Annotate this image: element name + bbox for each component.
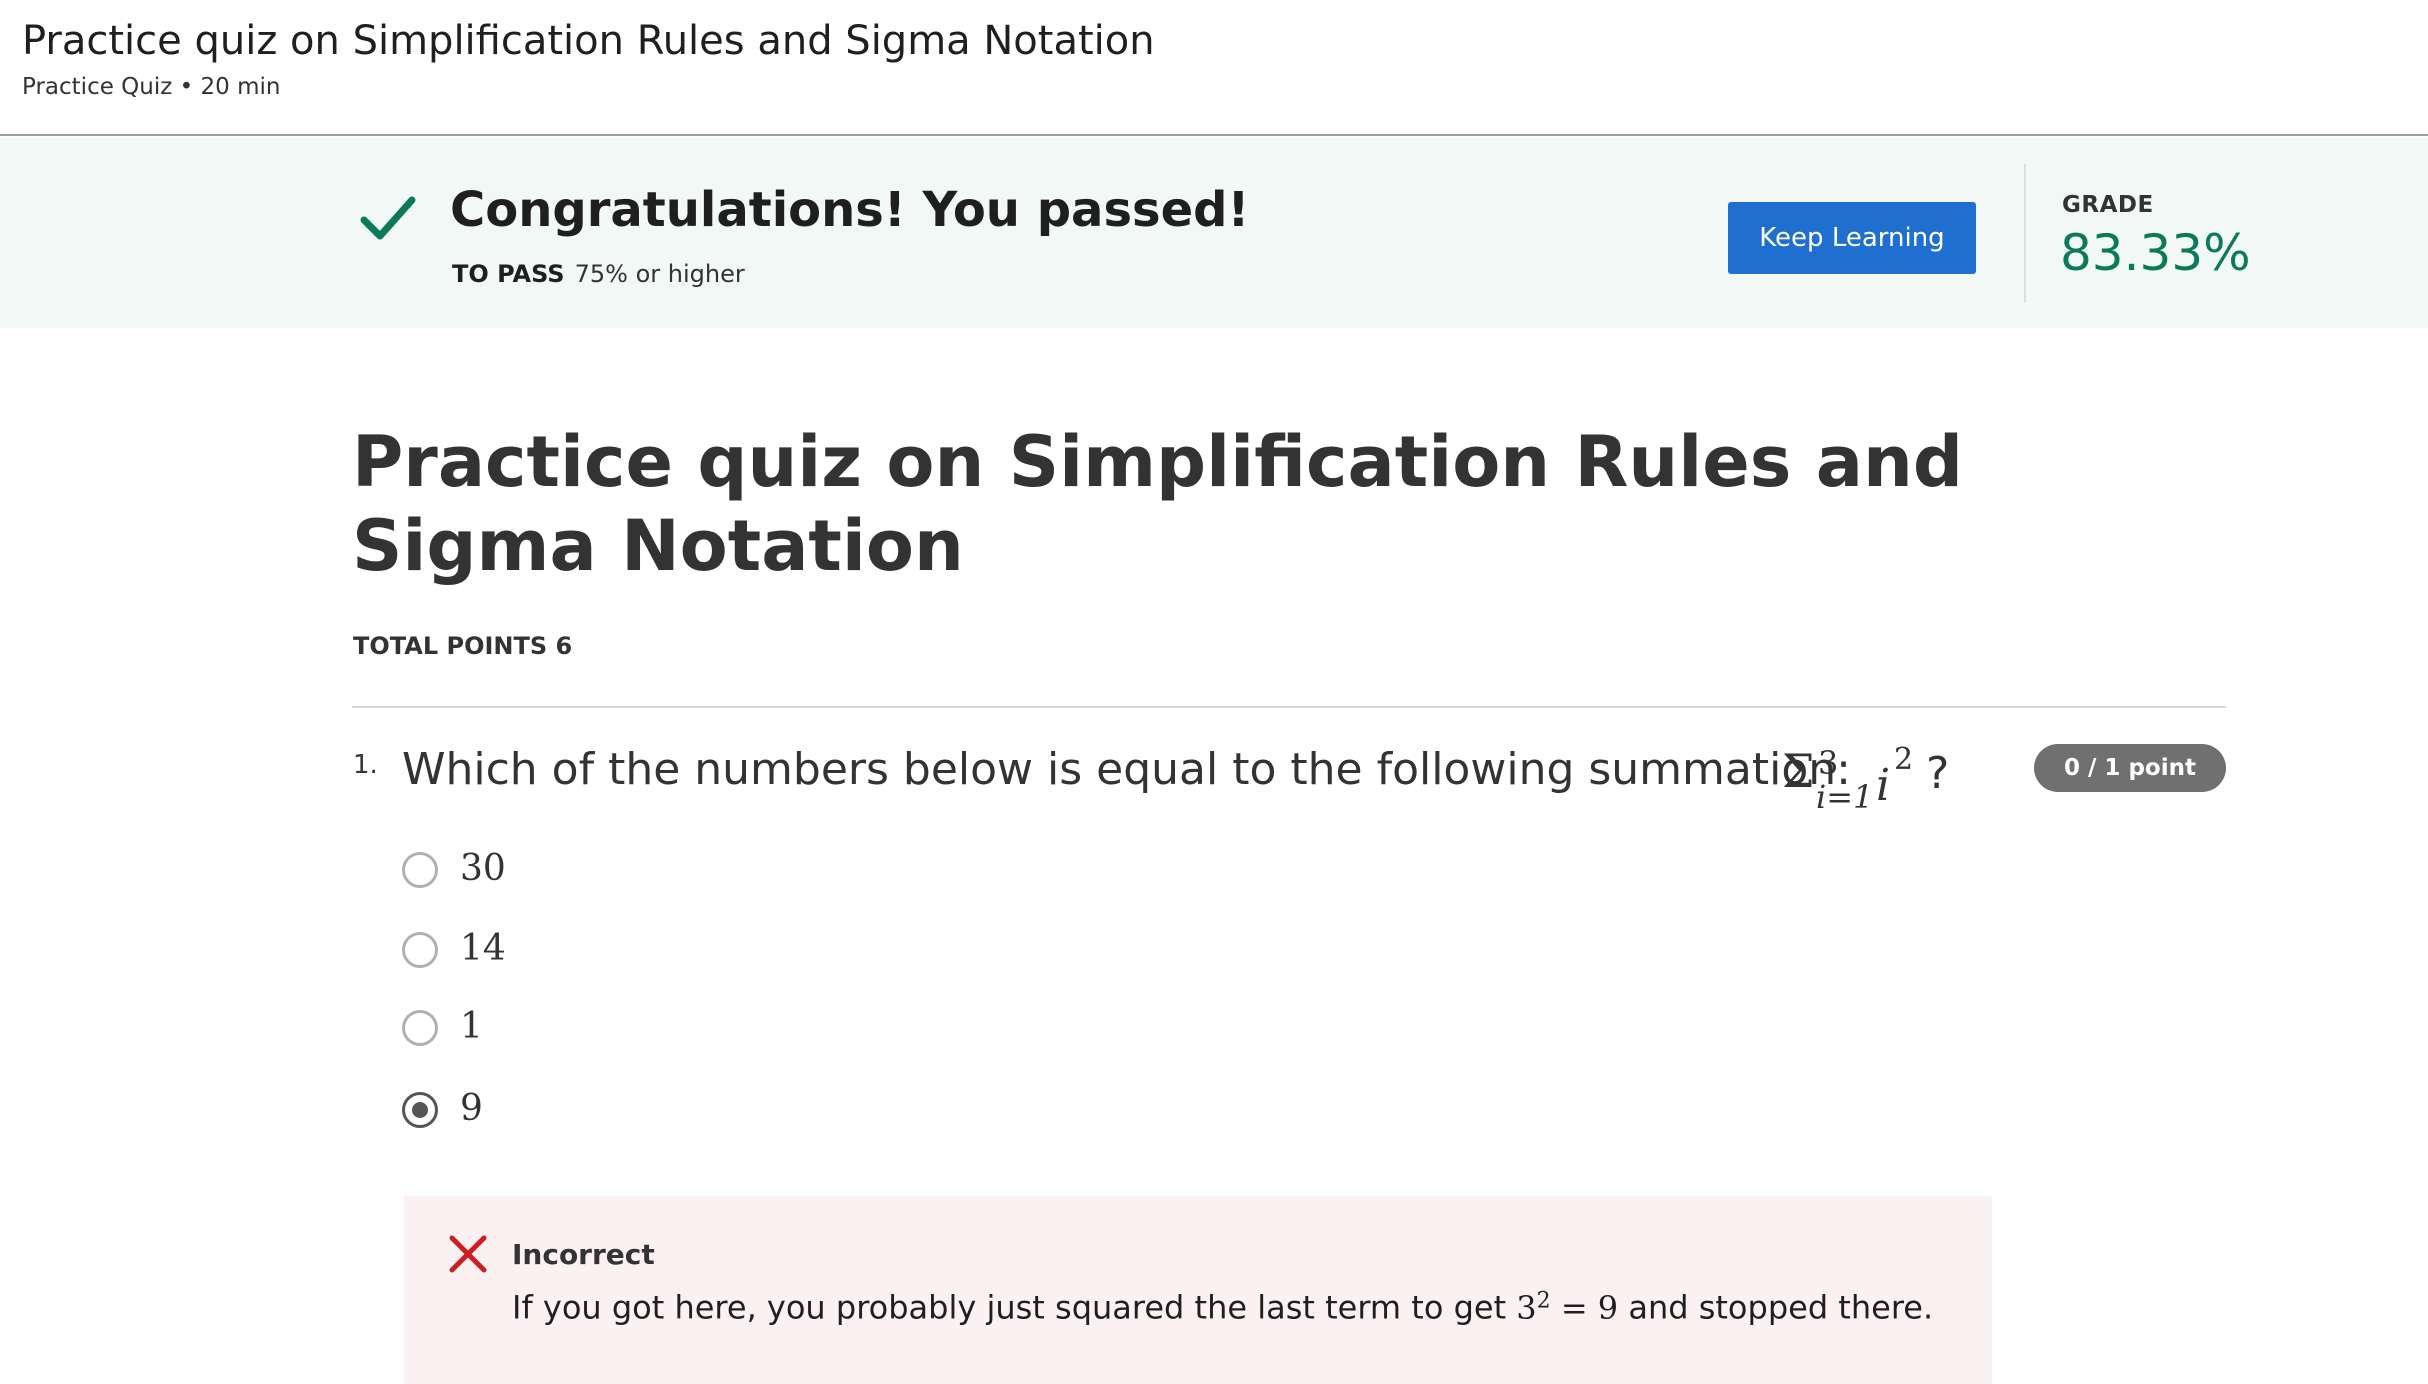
- question-text: Which of the numbers below is equal to t…: [402, 744, 1851, 795]
- feedback-text-after: and stopped there.: [1628, 1288, 1934, 1327]
- feedback-math: 32 = 9: [1516, 1288, 1619, 1327]
- to-pass-label: TO PASS: [452, 260, 565, 288]
- page-header-subtitle: Practice Quiz • 20 min: [22, 74, 281, 100]
- sigma-term: i: [1876, 760, 1891, 811]
- feedback-panel: Incorrect If you got here, you probably …: [404, 1196, 1992, 1384]
- divider: [352, 706, 2226, 708]
- radio-button[interactable]: [402, 1010, 438, 1046]
- radio-button[interactable]: [402, 932, 438, 968]
- keep-learning-button[interactable]: Keep Learning: [1728, 202, 1976, 274]
- option-9[interactable]: 9: [400, 1084, 1100, 1136]
- option-label: 14: [460, 928, 506, 969]
- pass-message: Congratulations! You passed!: [450, 182, 1250, 238]
- feedback-text: If you got here, you probably just squar…: [512, 1288, 1933, 1327]
- sigma-upper-limit: 3: [1818, 744, 1839, 782]
- pass-requirement: TO PASS 75% or higher: [452, 260, 745, 288]
- feedback-text-before: If you got here, you probably just squar…: [512, 1288, 1507, 1327]
- feedback-math-result: = 9: [1560, 1288, 1619, 1327]
- quiz-title: Practice quiz on Simplification Rules an…: [352, 421, 1963, 587]
- option-30[interactable]: 30: [400, 844, 1100, 896]
- feedback-status: Incorrect: [512, 1238, 655, 1271]
- total-points: TOTAL POINTS 6: [353, 632, 573, 660]
- incorrect-x-icon: [449, 1235, 487, 1273]
- option-label: 1: [460, 1006, 483, 1047]
- feedback-math-base: 3: [1516, 1288, 1537, 1327]
- sigma-exponent: 2: [1894, 742, 1914, 777]
- option-label: 30: [460, 848, 506, 889]
- question-number: 1.: [353, 750, 378, 780]
- to-pass-value: 75% or higher: [574, 260, 745, 288]
- result-banner: Congratulations! You passed! TO PASS 75% …: [0, 138, 2428, 328]
- feedback-math-exponent: 2: [1536, 1288, 1551, 1313]
- grade-value: 83.33%: [2060, 224, 2251, 282]
- sigma-lower-limit: i=1: [1816, 778, 1874, 816]
- radio-button[interactable]: [402, 852, 438, 888]
- sigma-symbol: Σ: [1782, 744, 1815, 798]
- question-mark: ?: [1926, 748, 1950, 799]
- top-bar: Practice quiz on Simplification Rules an…: [0, 0, 2428, 136]
- option-label: 9: [460, 1088, 483, 1129]
- grade-label: GRADE: [2062, 192, 2154, 218]
- radio-button-selected[interactable]: [402, 1092, 438, 1128]
- banner-divider: [2024, 164, 2026, 302]
- check-icon: [360, 196, 416, 240]
- page-header-title: Practice quiz on Simplification Rules an…: [22, 18, 1155, 64]
- option-14[interactable]: 14: [400, 924, 1100, 976]
- option-1[interactable]: 1: [400, 1002, 1100, 1054]
- points-badge: 0 / 1 point: [2034, 744, 2226, 792]
